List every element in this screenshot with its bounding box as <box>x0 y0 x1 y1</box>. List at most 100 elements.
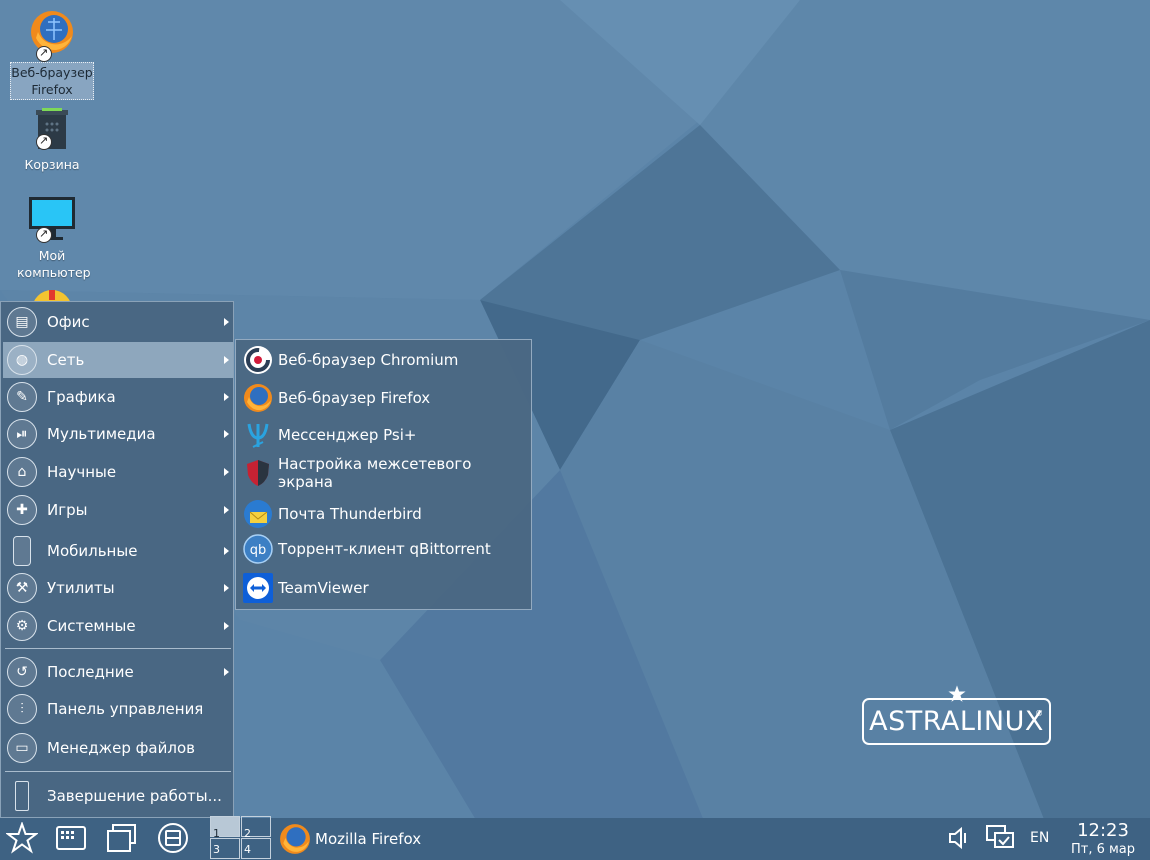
submenu-item-teamviewer[interactable]: TeamViewer <box>242 571 369 605</box>
menu-item-label: Игры <box>47 501 88 519</box>
submenu-item-label: Веб-браузер Chromium <box>278 351 459 369</box>
network-status-button[interactable] <box>983 820 1019 856</box>
desktop-icon-label: Веб-браузер Firefox <box>10 62 94 100</box>
start-menu-button[interactable] <box>4 820 40 856</box>
firewall-shield-icon <box>242 457 274 489</box>
desktop-icon-label: Мой компьютер <box>17 248 91 280</box>
submenu-item-thunderbird[interactable]: Почта Thunderbird <box>242 497 422 531</box>
help-lifebuoy-icon <box>33 290 71 302</box>
workspace-4[interactable]: 4 <box>241 838 271 859</box>
submenu-arrow-icon <box>224 506 229 514</box>
workspace-2[interactable]: 2 <box>241 816 271 840</box>
menu-item-science[interactable]: ⌂ Научные <box>3 454 233 490</box>
submenu-item-firefox[interactable]: Веб-браузер Firefox <box>242 381 430 415</box>
logo-registered-mark: ® <box>1035 709 1043 718</box>
multimedia-icon: ⏯ <box>7 419 37 449</box>
menu-item-graphics[interactable]: ✎ Графика <box>3 379 233 415</box>
submenu-arrow-icon <box>224 668 229 676</box>
submenu-item-firewall[interactable]: Настройка межсетевого экрана <box>242 455 531 491</box>
computer-monitor-icon <box>29 197 75 240</box>
shortcut-arrow-icon <box>36 132 52 150</box>
submenu-arrow-icon <box>224 356 229 364</box>
submenu-arrow-icon <box>224 584 229 592</box>
history-icon: ↺ <box>7 657 37 687</box>
control-panel-icon: ⫶ <box>7 694 37 724</box>
desktop-icon-firefox[interactable]: Веб-браузер Firefox <box>10 8 94 100</box>
mobile-phone-icon <box>13 536 31 566</box>
submenu-arrow-icon <box>224 393 229 401</box>
windows-stack-icon <box>107 824 136 852</box>
desktop-icon-trash[interactable]: Корзина <box>10 108 94 173</box>
menu-item-label: Мультимедиа <box>47 425 156 443</box>
show-windows-button[interactable] <box>104 820 140 856</box>
menu-item-system[interactable]: ⚙ Системные <box>3 608 233 644</box>
firefox-icon <box>31 11 73 53</box>
submenu-item-label: Веб-браузер Firefox <box>278 389 431 407</box>
menu-item-network[interactable]: ◍ Сеть <box>3 342 233 378</box>
gamepad-icon: ✚ <box>7 495 37 525</box>
astralinux-logo: ASTRALINUX <box>862 698 1051 745</box>
menu-item-multimedia[interactable]: ⏯ Мультимедиа <box>3 416 233 452</box>
submenu-item-label: Почта Thunderbird <box>278 505 422 523</box>
file-cabinet-icon <box>158 823 188 853</box>
taskbar-task-label: Mozilla Firefox <box>315 830 422 848</box>
submenu-arrow-icon <box>224 468 229 476</box>
menu-item-label: Научные <box>47 463 117 481</box>
firefox-icon <box>242 382 274 414</box>
menu-item-games[interactable]: ✚ Игры <box>3 492 233 528</box>
menu-item-label: Системные <box>47 617 136 635</box>
network-submenu: Веб-браузер Chromium Веб-браузер Firefox… <box>235 339 532 610</box>
menu-item-utilities[interactable]: ⚒ Утилиты <box>3 570 233 606</box>
volume-button[interactable] <box>941 820 977 856</box>
clock-time: 12:23 <box>1077 820 1129 841</box>
menu-separator <box>5 648 231 649</box>
menu-item-label: Мобильные <box>47 542 138 560</box>
submenu-arrow-icon <box>224 430 229 438</box>
svg-text:qb: qb <box>250 543 267 558</box>
submenu-arrow-icon <box>224 547 229 555</box>
workspace-1[interactable]: 1 <box>210 816 240 840</box>
menu-item-file-manager[interactable]: ▭ Менеджер файлов <box>3 730 233 766</box>
shortcut-arrow-icon <box>36 44 52 62</box>
clock-date: Пт, 6 мар <box>1070 842 1136 857</box>
wrench-icon: ⚒ <box>7 573 37 603</box>
psi-plus-icon <box>242 419 274 451</box>
menu-item-label: Сеть <box>47 351 85 369</box>
clock[interactable]: 12:23 Пт, 6 мар <box>1064 820 1142 858</box>
office-icon: ▤ <box>7 307 37 337</box>
firefox-icon <box>280 824 310 854</box>
speaker-icon <box>949 826 966 850</box>
menu-item-label: Завершение работы... <box>47 787 222 805</box>
desktop-icon-my-computer[interactable]: Мой компьютер <box>10 195 94 281</box>
gear-icon: ⚙ <box>7 611 37 641</box>
submenu-item-chromium[interactable]: Веб-браузер Chromium <box>242 343 458 377</box>
menu-item-control-panel[interactable]: ⫶ Панель управления <box>3 691 233 727</box>
submenu-arrow-icon <box>224 622 229 630</box>
logout-door-icon <box>15 781 29 811</box>
shortcut-arrow-icon <box>36 225 52 243</box>
network-monitor-icon <box>986 825 1014 848</box>
desktop-icon-partial[interactable] <box>30 288 74 302</box>
app-launcher-button[interactable] <box>53 820 89 856</box>
menu-separator <box>5 771 231 772</box>
menu-item-label: Панель управления <box>47 700 204 718</box>
chromium-icon <box>242 344 274 376</box>
submenu-item-psi[interactable]: Мессенджер Psi+ <box>242 418 416 452</box>
menu-item-shutdown[interactable]: Завершение работы... <box>3 778 233 814</box>
taskbar-task-firefox[interactable]: Mozilla Firefox <box>279 820 421 858</box>
menu-item-label: Офис <box>47 313 90 331</box>
menu-item-recent[interactable]: ↺ Последние <box>3 654 233 690</box>
menu-item-label: Последние <box>47 663 134 681</box>
submenu-item-qbittorrent[interactable]: qb Торрент-клиент qBittorrent <box>242 532 491 566</box>
menu-item-office[interactable]: ▤ Офис <box>3 304 233 340</box>
menu-item-mobile[interactable]: Мобильные <box>3 533 233 569</box>
menu-item-label: Менеджер файлов <box>47 739 195 757</box>
submenu-arrow-icon <box>224 318 229 326</box>
science-icon: ⌂ <box>7 457 37 487</box>
keyboard-layout-indicator[interactable]: EN <box>1030 830 1049 846</box>
app-grid-icon <box>56 826 86 850</box>
file-cabinet-button[interactable] <box>155 820 191 856</box>
submenu-item-label: Торрент-клиент qBittorrent <box>278 540 491 558</box>
workspace-3[interactable]: 3 <box>210 838 240 859</box>
start-menu: ▤ Офис ◍ Сеть ✎ Графика ⏯ Мультимедиа ⌂ … <box>0 301 234 818</box>
